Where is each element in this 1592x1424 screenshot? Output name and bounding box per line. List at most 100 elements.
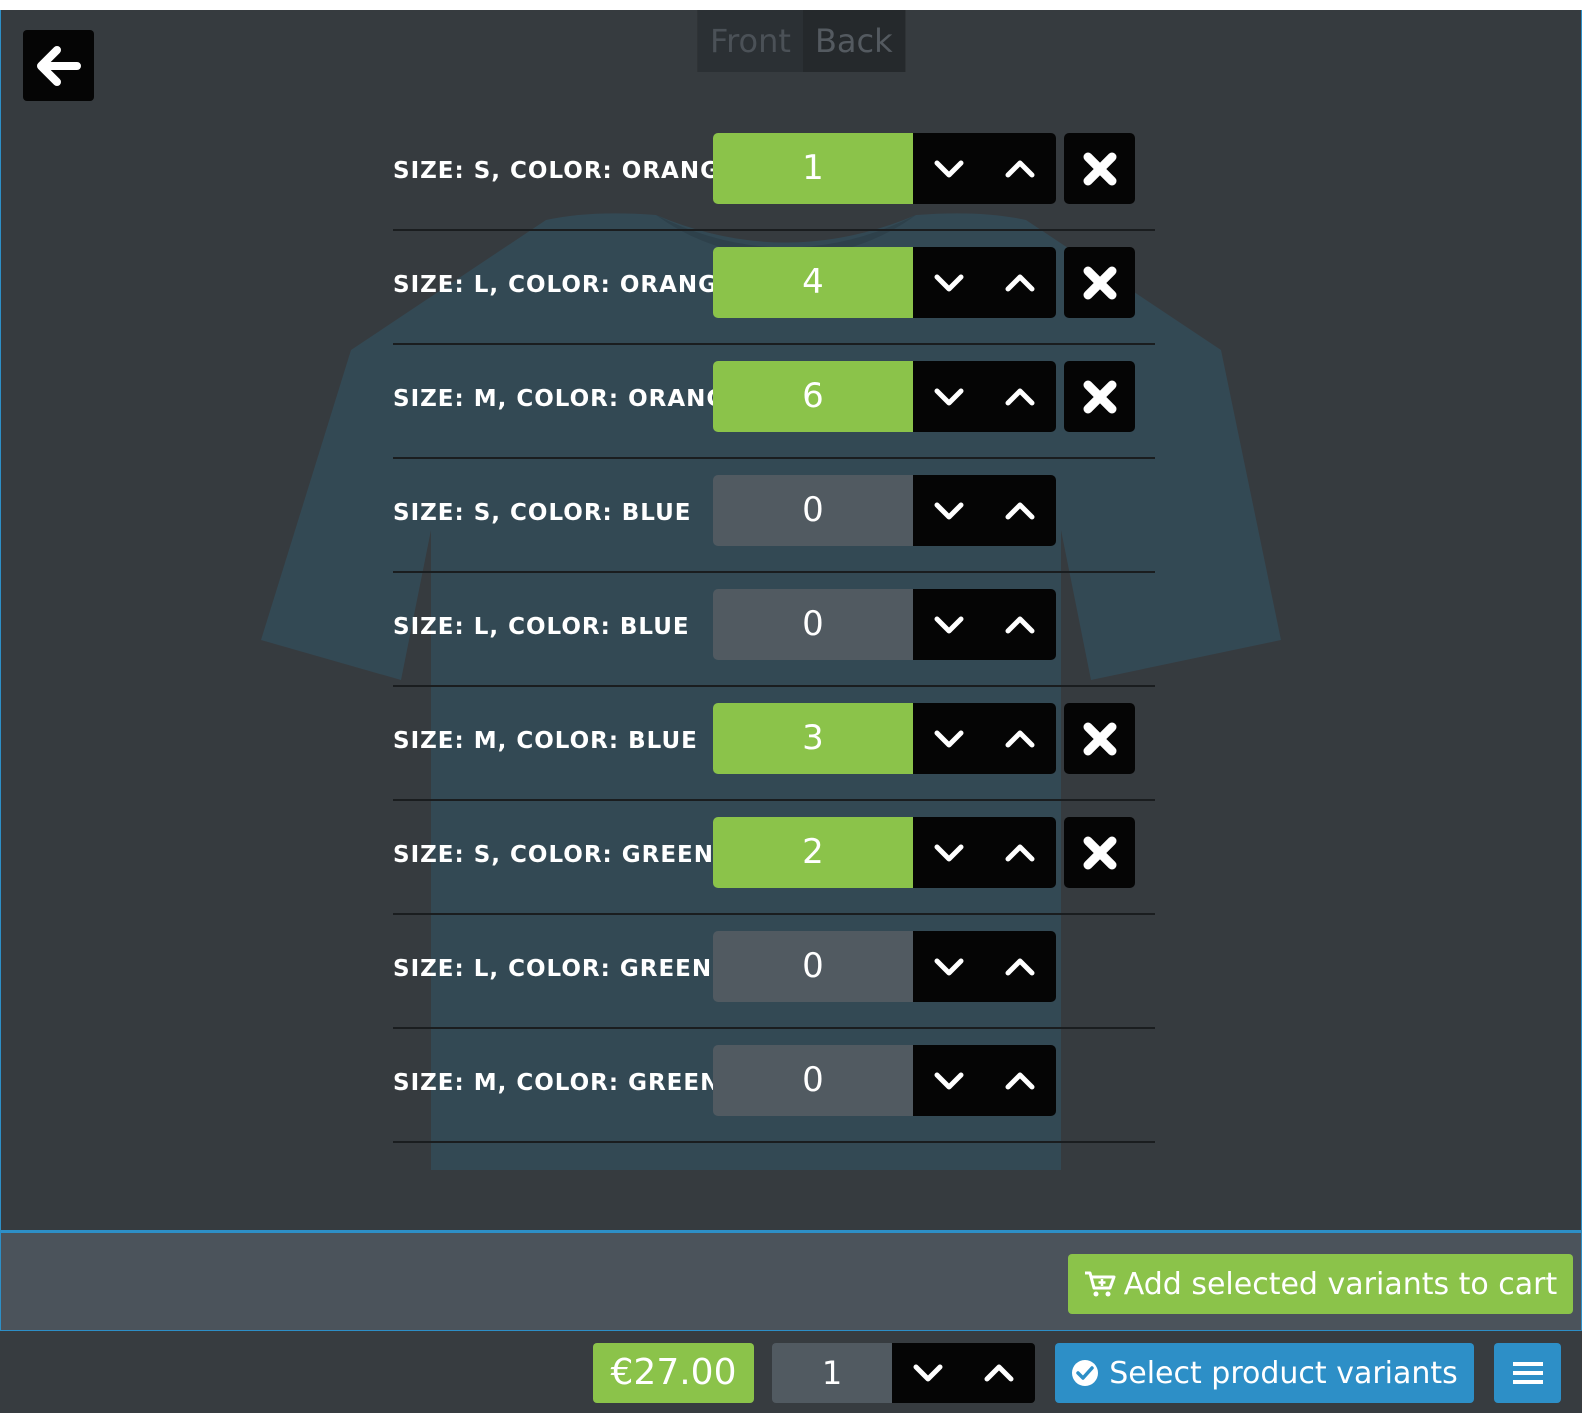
chevron-up-icon [1005, 844, 1034, 861]
decrease-quantity-button[interactable] [913, 247, 984, 318]
close-icon [1083, 380, 1116, 413]
chevron-down-icon [934, 274, 963, 291]
increase-quantity-button[interactable] [984, 589, 1055, 660]
remove-variant-button[interactable] [1064, 133, 1135, 204]
variant-quantity-stepper [913, 931, 1056, 1002]
variant-label: SIZE: S, COLOR: BLUE [393, 500, 692, 526]
tab-back[interactable]: Back [802, 10, 905, 72]
chevron-down-icon [913, 1364, 942, 1382]
decrease-quantity-button[interactable] [913, 817, 984, 888]
variant-quantity-input[interactable]: 6 [713, 361, 913, 432]
variant-quantity-stepper [913, 1045, 1056, 1116]
chevron-up-icon [1005, 388, 1034, 405]
back-button[interactable] [23, 30, 94, 101]
chevron-up-icon [1005, 502, 1034, 519]
chevron-up-icon [1005, 616, 1034, 633]
product-designer: Front Back SIZE: S, COLOR: ORANGE 1 SIZE: … [0, 10, 1582, 1413]
decrease-quantity-button[interactable] [913, 589, 984, 660]
decrease-quantity-button[interactable] [913, 361, 984, 432]
increase-quantity-button[interactable] [984, 1045, 1055, 1116]
variant-row: SIZE: M, COLOR: BLUE 3 [393, 687, 1155, 801]
close-icon [1083, 266, 1116, 299]
variant-label: SIZE: M, COLOR: BLUE [393, 728, 698, 754]
remove-variant-button[interactable] [1064, 247, 1135, 318]
check-circle-icon [1071, 1359, 1099, 1387]
cart-plus-icon [1084, 1270, 1116, 1298]
add-to-cart-label: Add selected variants to cart [1123, 1266, 1558, 1302]
variant-quantity-input[interactable]: 0 [713, 589, 913, 660]
variant-label: SIZE: M, COLOR: GREEN [393, 1070, 721, 1096]
chevron-down-icon [934, 160, 963, 177]
increase-quantity-button[interactable] [984, 817, 1055, 888]
action-bar: Add selected variants to cart [0, 1231, 1582, 1331]
variant-row: SIZE: M, COLOR: GREEN 0 [393, 1029, 1155, 1143]
select-variants-button[interactable]: Select product variants [1055, 1343, 1474, 1403]
variant-quantity-input[interactable]: 0 [713, 1045, 913, 1116]
decrease-quantity-button[interactable] [913, 133, 984, 204]
variant-quantity-input[interactable]: 3 [713, 703, 913, 774]
variant-label: SIZE: L, COLOR: BLUE [393, 614, 690, 640]
increase-quantity-button[interactable] [984, 475, 1055, 546]
chevron-down-icon [934, 502, 963, 519]
increase-quantity-button[interactable] [984, 931, 1055, 1002]
variant-row: SIZE: S, COLOR: ORANGE 1 [393, 117, 1155, 231]
view-toggle: Front Back [697, 10, 906, 72]
menu-icon [1512, 1362, 1543, 1384]
variant-row: SIZE: S, COLOR: BLUE 0 [393, 459, 1155, 573]
chevron-up-icon [1005, 730, 1034, 747]
chevron-down-icon [934, 388, 963, 405]
remove-variant-button[interactable] [1064, 817, 1135, 888]
variant-row: SIZE: L, COLOR: GREEN 0 [393, 915, 1155, 1029]
increase-quantity-button[interactable] [984, 361, 1055, 432]
chevron-down-icon [934, 616, 963, 633]
increase-quantity-button[interactable] [984, 703, 1055, 774]
variant-quantity-input[interactable]: 4 [713, 247, 913, 318]
add-to-cart-button[interactable]: Add selected variants to cart [1068, 1254, 1573, 1314]
close-icon [1083, 836, 1116, 869]
close-icon [1083, 152, 1116, 185]
variant-quantity-stepper [913, 247, 1056, 318]
decrease-quantity-button[interactable] [913, 703, 984, 774]
variant-label: SIZE: S, COLOR: GREEN [393, 842, 715, 868]
chevron-down-icon [934, 958, 963, 975]
tab-front[interactable]: Front [698, 10, 803, 72]
chevron-up-icon [1005, 958, 1034, 975]
variant-quantity-input[interactable]: 0 [713, 475, 913, 546]
quantity-stepper [892, 1343, 1035, 1403]
decrease-quantity-button[interactable] [913, 475, 984, 546]
remove-variant-button[interactable] [1064, 703, 1135, 774]
chevron-up-icon [1005, 274, 1034, 291]
variant-quantity-input[interactable]: 1 [713, 133, 913, 204]
variant-quantity-input[interactable]: 2 [713, 817, 913, 888]
remove-variant-button[interactable] [1064, 361, 1135, 432]
chevron-up-icon [984, 1364, 1013, 1382]
variant-quantity-stepper [913, 133, 1056, 204]
variant-quantity-stepper [913, 589, 1056, 660]
decrease-quantity-button[interactable] [913, 1045, 984, 1116]
increase-quantity-button[interactable] [984, 133, 1055, 204]
variant-row: SIZE: S, COLOR: GREEN 2 [393, 801, 1155, 915]
variant-quantity-stepper [913, 361, 1056, 432]
chevron-up-icon [1005, 160, 1034, 177]
chevron-down-icon [934, 730, 963, 747]
arrow-left-icon [36, 45, 81, 86]
variant-quantity-input[interactable]: 0 [713, 931, 913, 1002]
decrease-quantity-button[interactable] [913, 931, 984, 1002]
variant-quantity-stepper [913, 703, 1056, 774]
bottom-bar: €27.00 1 Select product variants [0, 1331, 1582, 1413]
increase-quantity-button[interactable] [963, 1343, 1034, 1403]
quantity-input[interactable]: 1 [772, 1343, 892, 1403]
chevron-down-icon [934, 1072, 963, 1089]
variant-quantity-stepper [913, 475, 1056, 546]
menu-button[interactable] [1494, 1343, 1561, 1403]
increase-quantity-button[interactable] [984, 247, 1055, 318]
variant-row: SIZE: L, COLOR: ORANGE 4 [393, 231, 1155, 345]
variant-row: SIZE: M, COLOR: ORANGE 6 [393, 345, 1155, 459]
price-badge: €27.00 [593, 1343, 754, 1403]
decrease-quantity-button[interactable] [892, 1343, 963, 1403]
variant-list: SIZE: S, COLOR: ORANGE 1 SIZE: L, COLOR: O… [393, 117, 1155, 1143]
variant-label: SIZE: S, COLOR: ORANGE [393, 158, 737, 184]
variant-row: SIZE: L, COLOR: BLUE 0 [393, 573, 1155, 687]
variant-label: SIZE: L, COLOR: ORANGE [393, 272, 735, 298]
variant-quantity-stepper [913, 817, 1056, 888]
